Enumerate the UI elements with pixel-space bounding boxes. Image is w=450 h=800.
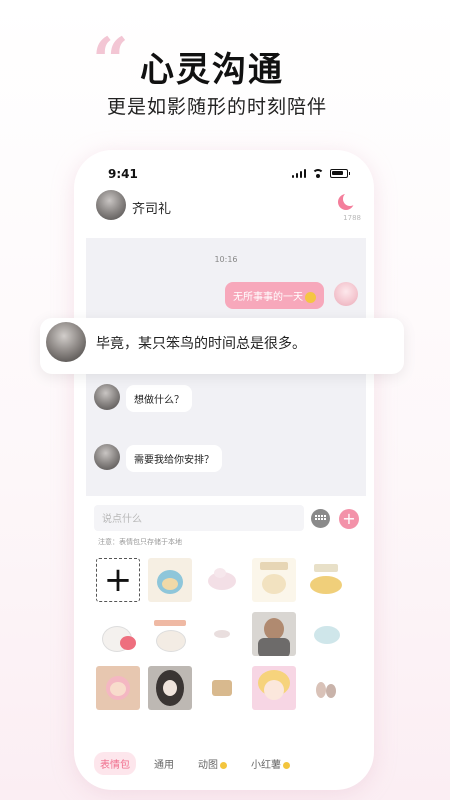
outgoing-message[interactable]: 无所事事的一天 <box>225 282 324 309</box>
sticker-item[interactable] <box>96 666 140 710</box>
moon-icon[interactable] <box>336 192 357 214</box>
signal-icon <box>291 169 306 178</box>
incoming-message-text: 想做什么？ <box>126 385 192 412</box>
coin-icon <box>220 761 227 769</box>
sticker-item[interactable] <box>148 612 192 656</box>
keyboard-icon <box>315 515 326 520</box>
chat-header: 齐司礼 1788 <box>74 190 374 235</box>
battery-icon <box>330 169 350 178</box>
tab-general[interactable]: 通用 <box>148 752 180 775</box>
wifi-icon <box>312 169 324 178</box>
quote-mark: “ <box>92 24 129 99</box>
smile-emoji-icon <box>305 291 316 303</box>
contact-avatar[interactable] <box>96 190 126 220</box>
sticker-item[interactable] <box>200 666 244 710</box>
tab-xiaohongshu-label: 小红薯 <box>251 760 281 771</box>
sticker-item[interactable] <box>252 666 296 710</box>
promo-headline: 心灵沟通 <box>140 50 284 90</box>
sticker-tabs: 表情包 通用 动图 小红薯 <box>94 752 296 775</box>
tab-xiaohongshu[interactable]: 小红薯 <box>245 752 296 775</box>
sticker-item[interactable] <box>304 666 348 710</box>
sticker-grid: + <box>96 558 358 710</box>
sticker-item[interactable] <box>148 558 192 602</box>
phone-frame: 9:41 齐司礼 1788 10:16 无所事事的一天 想做什么？ 需要我给你安… <box>74 150 374 790</box>
keyboard-button[interactable] <box>311 509 330 528</box>
outgoing-message-text: 无所事事的一天 <box>233 292 303 303</box>
sticker-item[interactable] <box>200 612 244 656</box>
add-button[interactable]: + <box>339 509 359 529</box>
chat-timestamp: 10:16 <box>214 255 238 264</box>
sticker-item[interactable] <box>148 666 192 710</box>
moon-count: 1788 <box>343 214 361 222</box>
contact-avatar[interactable] <box>94 444 120 470</box>
contact-avatar[interactable] <box>94 384 120 410</box>
promo-subline: 更是如影随形的时刻陪伴 <box>107 96 328 118</box>
sticker-item[interactable] <box>252 612 296 656</box>
sticker-item[interactable] <box>96 612 140 656</box>
coin-icon <box>283 761 290 769</box>
highlighted-message-card[interactable]: 毕竟，某只笨鸟的时间总是很多。 <box>40 318 404 374</box>
tab-gifs[interactable]: 动图 <box>192 752 233 775</box>
tab-stickers[interactable]: 表情包 <box>94 752 136 775</box>
incoming-message-text: 需要我给你安排？ <box>126 445 222 472</box>
sticker-item[interactable] <box>200 558 244 602</box>
contact-avatar[interactable] <box>46 322 86 362</box>
status-bar: 9:41 <box>74 150 374 190</box>
contact-name: 齐司礼 <box>132 202 172 217</box>
highlighted-message-text: 毕竟，某只笨鸟的时间总是很多。 <box>96 336 306 352</box>
sticker-item[interactable] <box>252 558 296 602</box>
add-sticker-button[interactable]: + <box>96 558 140 602</box>
storage-note: 注意：表情包只存储于本地 <box>98 538 182 546</box>
sticker-item[interactable] <box>304 558 348 602</box>
message-input-box[interactable] <box>94 505 304 533</box>
tab-gifs-label: 动图 <box>198 760 218 771</box>
sticker-item[interactable] <box>304 612 348 656</box>
message-input[interactable] <box>94 505 294 533</box>
status-time: 9:41 <box>108 167 138 181</box>
my-avatar[interactable] <box>334 282 358 306</box>
status-icons <box>291 169 350 178</box>
